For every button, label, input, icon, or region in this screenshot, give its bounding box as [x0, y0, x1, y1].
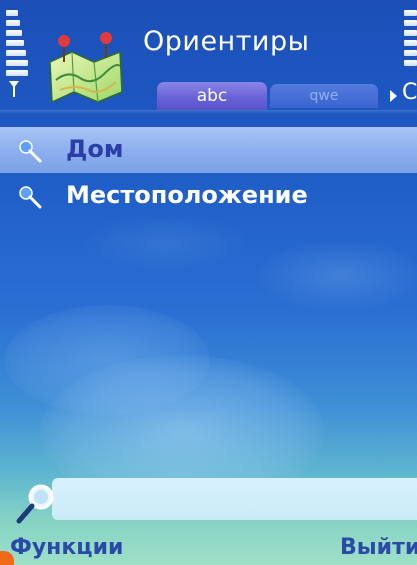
antenna-icon	[9, 81, 19, 97]
map-pins-icon	[49, 32, 123, 104]
list-item-home[interactable]: Дом	[0, 127, 417, 173]
search-input[interactable]	[52, 478, 417, 520]
pin-icon	[19, 186, 42, 209]
phone-screen: Ориентиры abc qwe C Дом Местоположение Ф…	[0, 0, 417, 565]
background-glow	[5, 305, 210, 415]
list-item-location[interactable]: Местоположение	[0, 173, 417, 219]
page-title: Ориентиры	[143, 26, 310, 57]
tab-divider	[0, 110, 417, 114]
tab-scroll-right-icon[interactable]	[390, 90, 397, 102]
search-icon	[16, 484, 54, 524]
background-glow	[258, 240, 417, 310]
exit-softkey[interactable]: Выйти	[340, 535, 417, 560]
background-glow	[85, 215, 245, 270]
list-item-label: Местоположение	[66, 181, 308, 209]
tab-abc[interactable]: abc	[157, 82, 267, 110]
tab-overflow-label: C	[402, 80, 417, 105]
tab-qwe[interactable]: qwe	[270, 84, 378, 108]
pin-icon	[19, 140, 42, 163]
list-item-label: Дом	[66, 135, 124, 163]
signal-strength-icon	[6, 10, 28, 82]
options-softkey[interactable]: Функции	[10, 535, 123, 560]
battery-level-icon	[404, 10, 417, 82]
